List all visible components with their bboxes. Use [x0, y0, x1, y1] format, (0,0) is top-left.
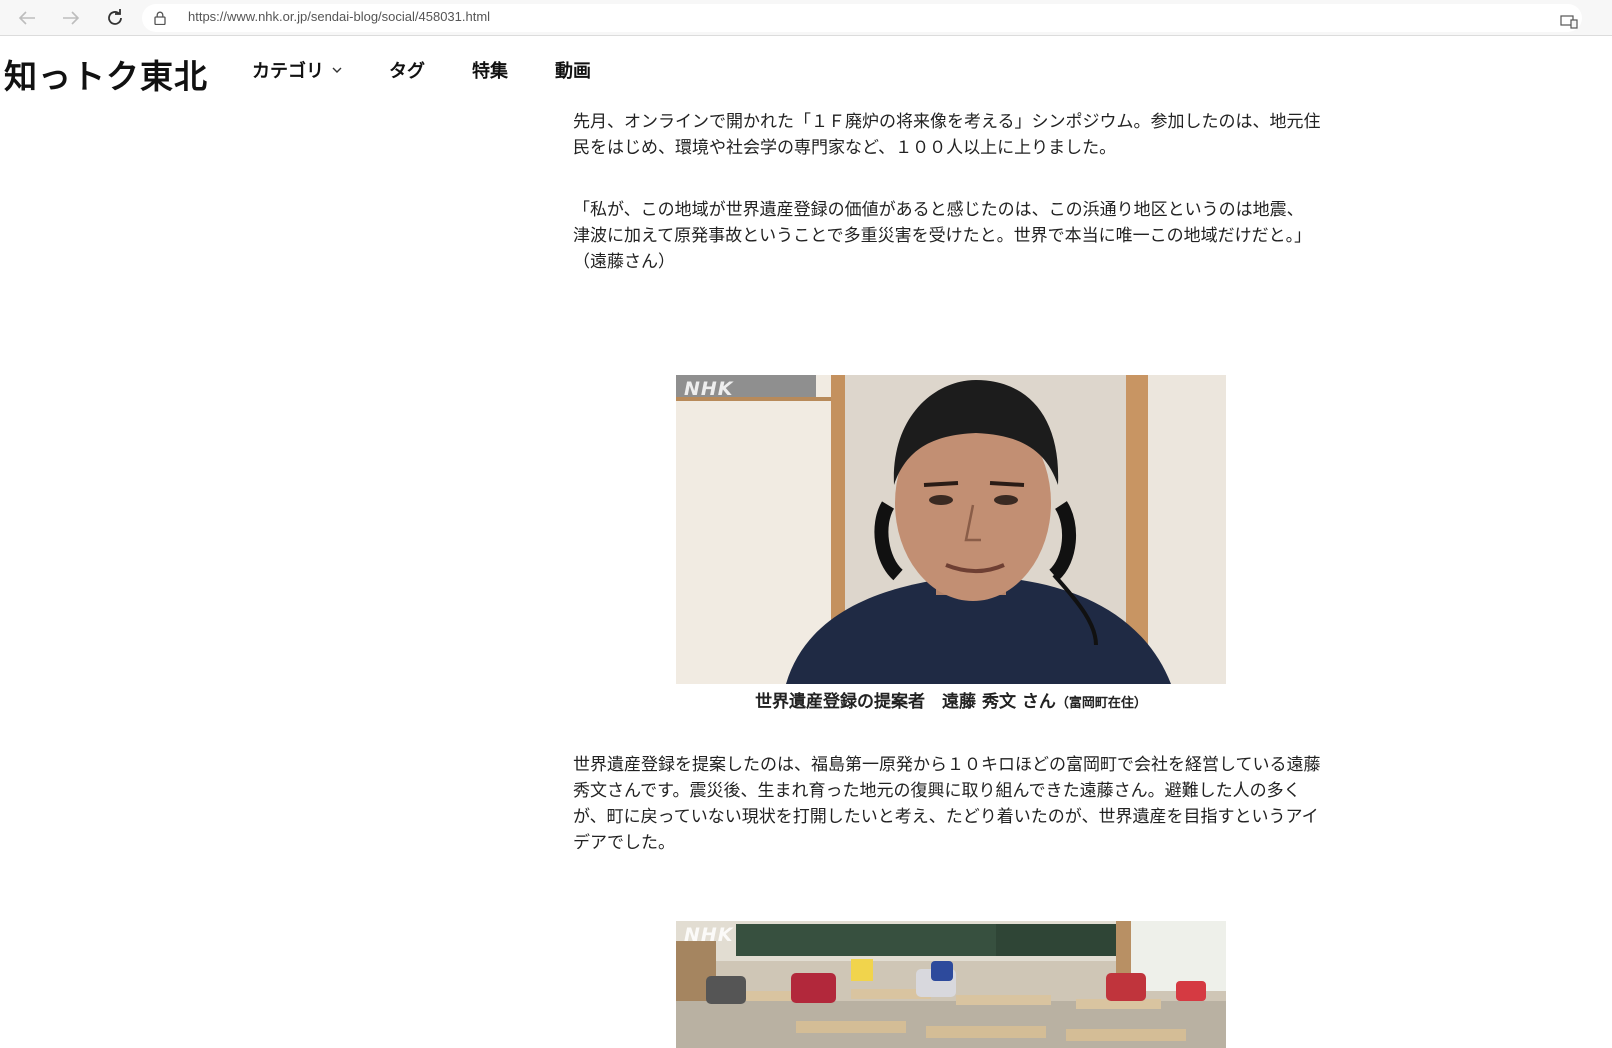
chevron-down-icon	[332, 67, 342, 73]
lock-icon[interactable]	[154, 11, 166, 25]
browser-toolbar: https://www.nhk.or.jp/sendai-blog/social…	[0, 0, 1612, 36]
back-arrow-icon[interactable]	[13, 4, 41, 32]
article-paragraph: 先月、オンラインで開かれた「１Ｆ廃炉の将来像を考える」シンポジウム。参加したのは…	[573, 112, 1321, 158]
nhk-watermark: NHK	[684, 924, 734, 946]
classroom-photo-illustration	[676, 921, 1226, 1048]
nav-item-label: 特集	[472, 61, 508, 82]
caption-main: 世界遺産登録の提案者 遠藤 秀文 さん	[755, 692, 1056, 712]
article-paragraph: 世界遺産登録を提案したのは、福島第一原発から１０キロほどの富岡町で会社を経営して…	[573, 755, 1321, 853]
nav-item-video[interactable]: 動画	[555, 57, 591, 83]
url-text[interactable]: https://www.nhk.or.jp/sendai-blog/social…	[188, 9, 490, 24]
classroom-photo: NHK	[676, 921, 1226, 1048]
interview-photo-illustration	[676, 375, 1226, 684]
address-bar[interactable]: https://www.nhk.or.jp/sendai-blog/social…	[142, 4, 1582, 32]
nhk-watermark: NHK	[684, 378, 734, 400]
nav-item-label: カテゴリ	[252, 61, 324, 82]
reload-icon[interactable]	[101, 4, 129, 32]
devices-icon[interactable]	[1560, 15, 1578, 29]
main-nav: カテゴリ タグ 特集 動画	[252, 57, 638, 83]
article-quote: 「私が、この地域が世界遺産登録の価値があると感じたのは、この浜通り地区というのは…	[573, 200, 1312, 272]
interview-photo: NHK	[676, 375, 1226, 684]
caption-sub: （富岡町在住）	[1055, 696, 1147, 711]
nav-item-label: 動画	[555, 61, 591, 82]
nav-item-tag[interactable]: タグ	[389, 57, 425, 83]
nav-item-category[interactable]: カテゴリ	[252, 57, 342, 83]
site-header: 知っトク東北 カテゴリ タグ 特集 動画	[0, 37, 1612, 105]
nav-item-feature[interactable]: 特集	[472, 57, 508, 83]
nav-item-label: タグ	[389, 61, 425, 82]
photo-caption: 世界遺産登録の提案者 遠藤 秀文 さん（富岡町在住）	[676, 687, 1226, 712]
forward-arrow-icon[interactable]	[57, 4, 85, 32]
site-logo[interactable]: 知っトク東北	[4, 50, 208, 98]
